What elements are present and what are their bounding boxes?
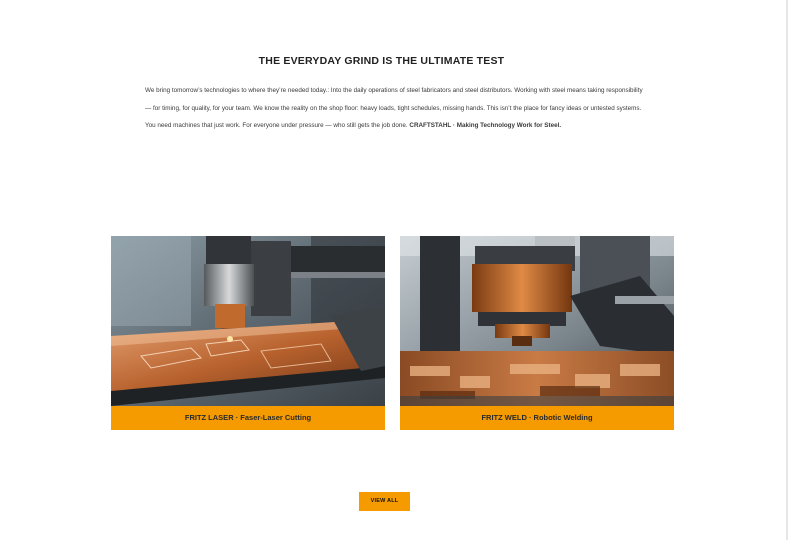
product-card-weld[interactable]: FRITZ WELD · Robotic Welding bbox=[400, 236, 674, 430]
intro-tagline: CRAFTSTAHL · Making Technology Work for … bbox=[409, 122, 562, 129]
view-all-button[interactable]: VIEW ALL bbox=[359, 492, 410, 511]
laser-cutting-image[interactable] bbox=[111, 236, 385, 406]
intro-text: We bring tomorrow’s technologies to wher… bbox=[145, 87, 643, 129]
welding-machine-illustration bbox=[400, 236, 674, 406]
section-title: THE EVERYDAY GRIND IS THE ULTIMATE TEST bbox=[258, 55, 505, 67]
robotic-welding-image[interactable] bbox=[400, 236, 674, 406]
product-card-laser[interactable]: FRITZ LASER · Faser-Laser Cutting bbox=[111, 236, 385, 430]
laser-machine-illustration bbox=[111, 236, 385, 406]
product-caption[interactable]: FRITZ LASER · Faser-Laser Cutting bbox=[111, 406, 385, 430]
product-caption[interactable]: FRITZ WELD · Robotic Welding bbox=[400, 406, 674, 430]
intro-paragraph: We bring tomorrow’s technologies to wher… bbox=[145, 82, 650, 135]
